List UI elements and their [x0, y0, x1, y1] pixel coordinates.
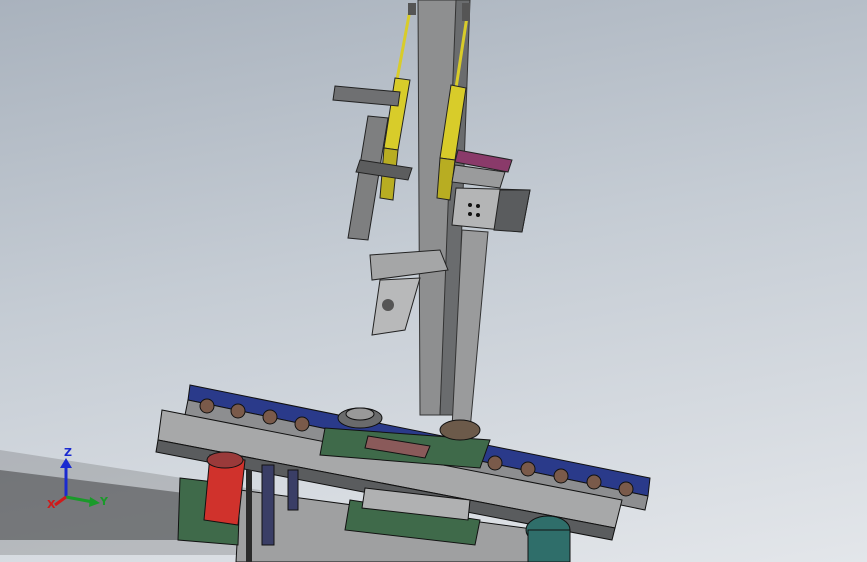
x-axis-label: X — [47, 498, 56, 511]
y-axis-label: Y — [99, 495, 109, 508]
slide-block — [451, 149, 531, 233]
cad-viewport[interactable]: Z Y X — [0, 0, 867, 562]
red-gear-motor — [203, 451, 246, 526]
z-axis-label: Z — [64, 446, 72, 459]
cad-model: Z Y X — [0, 0, 651, 562]
teal-motor — [525, 515, 571, 562]
